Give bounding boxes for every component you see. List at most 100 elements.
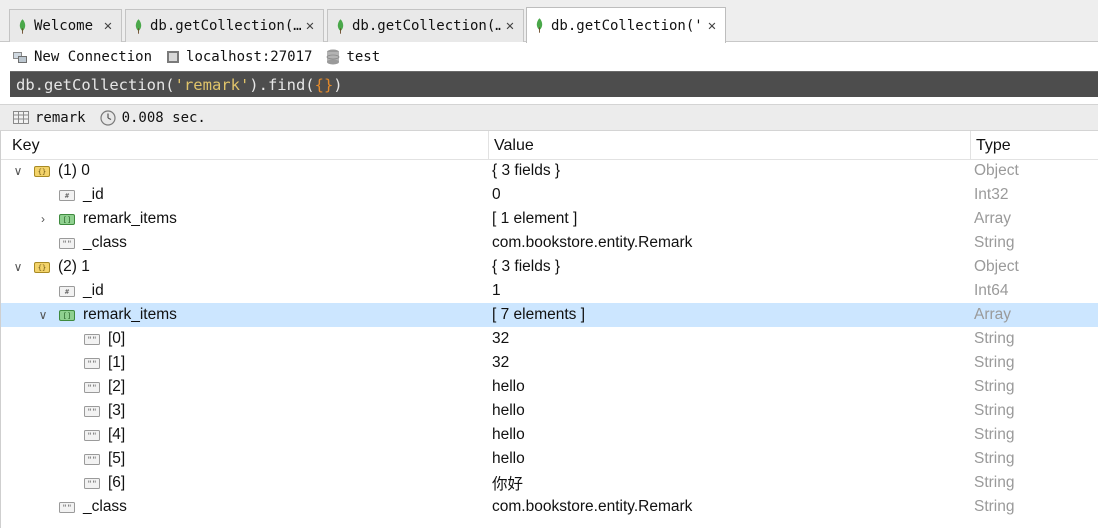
row-type: String <box>974 378 1015 395</box>
tab-label: Welcome <box>34 18 94 34</box>
server-label: localhost:27017 <box>186 49 313 65</box>
string-icon: "" <box>84 477 100 489</box>
tree-row[interactable]: "" [1] 32 String <box>1 351 1098 375</box>
row-key: remark_items <box>83 306 177 323</box>
row-value: com.bookstore.entity.Remark <box>492 498 693 515</box>
string-icon: "" <box>59 501 75 513</box>
tree-row[interactable]: "" [5] hello String <box>1 447 1098 471</box>
tab-query-2[interactable]: db.getCollection(… ✕ <box>327 9 524 42</box>
tree-header: Key Value Type <box>1 131 1098 160</box>
column-value[interactable]: Value <box>488 131 970 160</box>
tab-close-icon[interactable]: ✕ <box>99 18 117 34</box>
column-key-label: Key <box>12 136 40 154</box>
tree-row[interactable]: › [] remark_items [ 1 element ] Array <box>1 207 1098 231</box>
array-icon: [] <box>59 309 75 321</box>
server-address[interactable]: localhost:27017 <box>166 49 312 65</box>
string-icon: "" <box>59 237 75 249</box>
mongo-leaf-icon <box>19 18 26 34</box>
number-icon: # <box>59 285 75 297</box>
row-type: Object <box>974 258 1019 275</box>
collection-table-icon <box>13 111 29 124</box>
connection-icon <box>13 52 27 63</box>
svg-text:"": "" <box>87 407 97 416</box>
string-icon: "" <box>84 333 100 345</box>
database-icon <box>327 49 340 65</box>
column-key[interactable]: Key <box>7 131 488 160</box>
row-type: String <box>974 354 1015 371</box>
tree-row[interactable]: "" [4] hello String <box>1 423 1098 447</box>
row-type: String <box>974 330 1015 347</box>
tab-welcome[interactable]: Welcome ✕ <box>9 9 122 42</box>
row-key: _id <box>83 186 104 203</box>
mongo-leaf-icon <box>135 18 142 34</box>
object-icon: {} <box>34 261 50 273</box>
tab-bar: Welcome ✕ db.getCollection(… ✕ db.getCol… <box>0 0 1098 43</box>
string-icon: "" <box>84 405 100 417</box>
svg-text:{}: {} <box>38 264 46 272</box>
tree-row[interactable]: # _id 0 Int32 <box>1 183 1098 207</box>
tree-row[interactable]: # _id 1 Int64 <box>1 279 1098 303</box>
tab-close-icon[interactable]: ✕ <box>501 18 519 34</box>
svg-text:[]: [] <box>63 312 71 320</box>
tab-query-1[interactable]: db.getCollection(… ✕ <box>125 9 324 42</box>
tree-row[interactable]: "" [0] 32 String <box>1 327 1098 351</box>
row-value: hello <box>492 450 525 467</box>
connection-name[interactable]: New Connection <box>12 49 152 65</box>
row-type: String <box>974 474 1015 491</box>
tab-label: db.getCollection('… <box>551 17 703 34</box>
tree-row[interactable]: "" _class com.bookstore.entity.Remark St… <box>1 495 1098 519</box>
collapse-chevron-icon[interactable]: ∨ <box>11 159 25 183</box>
svg-text:"": "" <box>87 359 97 368</box>
row-key: [2] <box>108 378 126 395</box>
query-editor[interactable]: db.getCollection('remark').find({}) <box>10 71 1098 97</box>
tab-query-3-active[interactable]: db.getCollection('… ✕ <box>526 7 726 43</box>
row-type: String <box>974 498 1015 515</box>
svg-text:"": "" <box>87 455 97 464</box>
row-key: (1) 0 <box>58 162 90 179</box>
tree-row[interactable]: "" [2] hello String <box>1 375 1098 399</box>
row-value: 0 <box>492 186 501 203</box>
tree-row[interactable]: "" _class com.bookstore.entity.Remark St… <box>1 231 1098 255</box>
tree-row[interactable]: ∨ {} (1) 0 { 3 fields } Object <box>1 159 1098 183</box>
row-key: (2) 1 <box>58 258 90 275</box>
expand-chevron-icon[interactable]: › <box>36 207 50 231</box>
query-suffix: ) <box>333 75 343 94</box>
row-key: _class <box>83 498 127 515</box>
row-key: _class <box>83 234 127 251</box>
svg-text:"": "" <box>62 503 72 512</box>
row-key: [6] <box>108 474 126 491</box>
result-tree[interactable]: Key Value Type ∨ {} (1) 0 { 3 fields } O… <box>0 131 1098 528</box>
row-type: Array <box>974 210 1012 227</box>
row-type: String <box>974 402 1015 419</box>
row-value: hello <box>492 426 525 443</box>
svg-text:"": "" <box>62 239 72 248</box>
tab-close-icon[interactable]: ✕ <box>703 18 721 34</box>
column-value-label: Value <box>494 136 534 154</box>
collapse-chevron-icon[interactable]: ∨ <box>11 255 25 279</box>
time-label: 0.008 sec. <box>121 109 206 126</box>
server-icon <box>167 51 180 63</box>
collapse-chevron-icon[interactable]: ∨ <box>36 303 50 327</box>
tree-row[interactable]: "" [3] hello String <box>1 399 1098 423</box>
tree-row[interactable]: "" [6] 你好 String <box>1 471 1098 495</box>
row-type: String <box>974 426 1015 443</box>
tree-row[interactable]: ∨ {} (2) 1 { 3 fields } Object <box>1 255 1098 279</box>
tree-row-selected[interactable]: ∨ [] remark_items [ 7 elements ] Array <box>1 303 1098 327</box>
string-icon: "" <box>84 381 100 393</box>
query-collection-string: 'remark' <box>174 75 250 94</box>
query-method: ).find( <box>249 75 315 94</box>
column-type[interactable]: Type <box>970 131 1098 160</box>
string-icon: "" <box>84 453 100 465</box>
tab-close-icon[interactable]: ✕ <box>301 18 319 34</box>
svg-text:"": "" <box>87 431 97 440</box>
connection-bar: New Connection localhost:27017 test <box>0 43 1098 71</box>
row-type: String <box>974 450 1015 467</box>
database-name[interactable]: test <box>326 49 380 65</box>
svg-text:"": "" <box>87 479 97 488</box>
object-icon: {} <box>34 165 50 177</box>
tab-label: db.getCollection(… <box>352 18 501 34</box>
row-value: 你好 <box>492 476 524 493</box>
row-key: [4] <box>108 426 126 443</box>
row-value: [ 7 elements ] <box>492 306 586 323</box>
string-icon: "" <box>84 429 100 441</box>
